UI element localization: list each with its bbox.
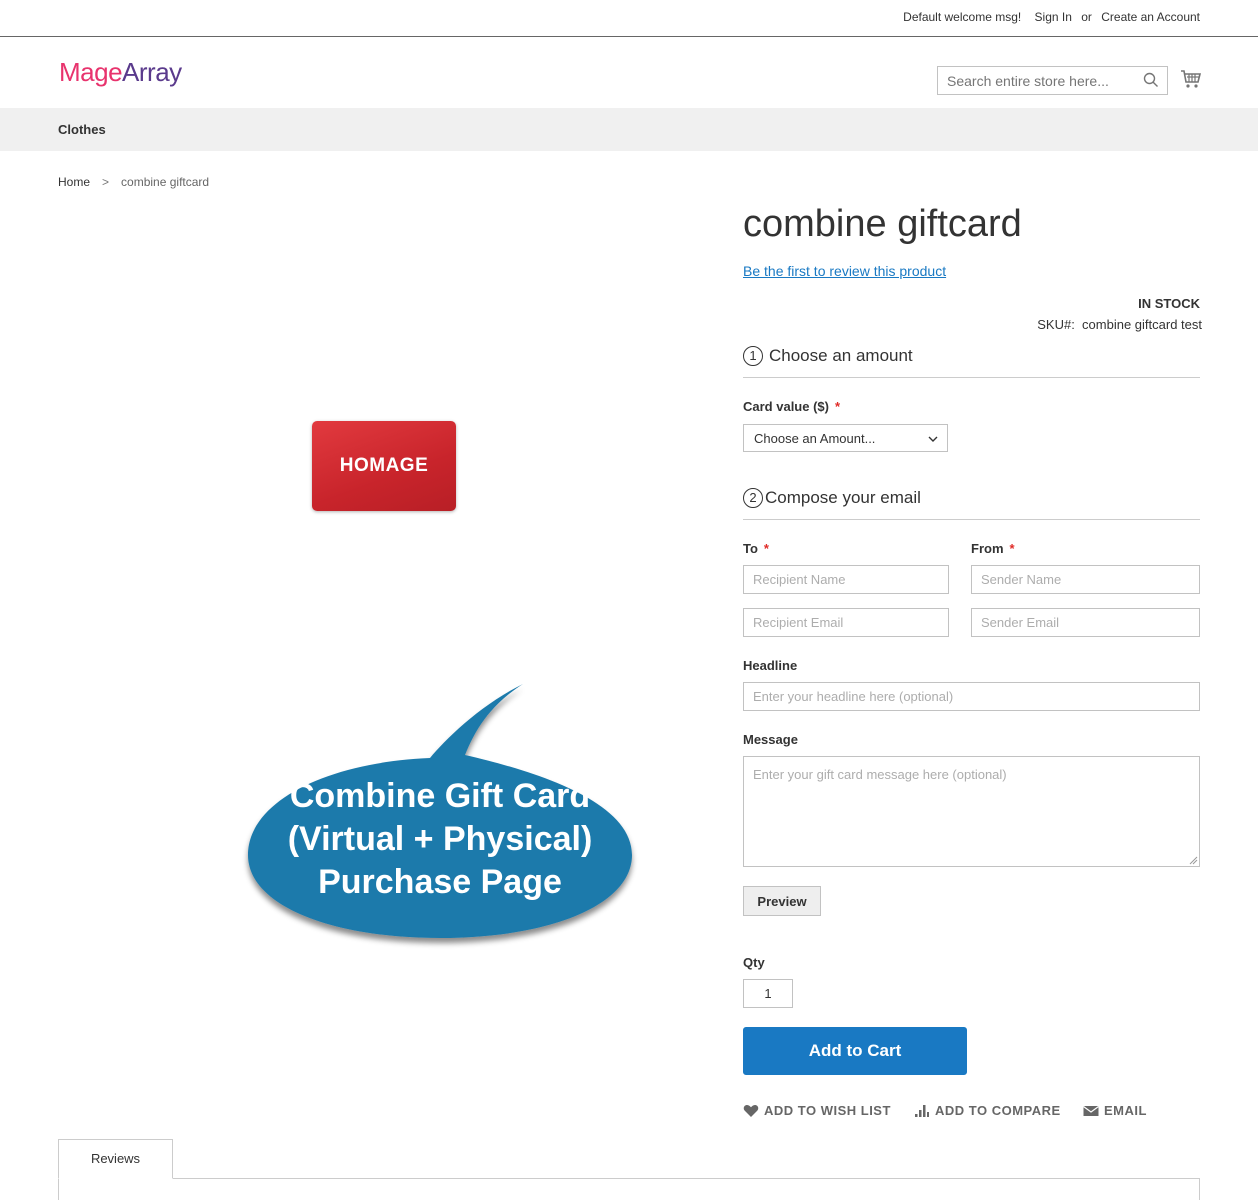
search-icon[interactable] — [1143, 72, 1159, 88]
tab-reviews[interactable]: Reviews — [58, 1139, 173, 1179]
required-marker: * — [834, 399, 841, 414]
product-title: combine giftcard — [743, 203, 1022, 245]
wishlist-label: ADD TO WISH LIST — [764, 1103, 891, 1118]
step-title: Choose an amount — [769, 346, 913, 365]
from-label-text: From — [971, 541, 1004, 556]
promo-speech-bubble: Combine Gift Card (Virtual + Physical) P… — [240, 680, 650, 950]
recipient-name-field[interactable] — [743, 565, 949, 594]
review-link[interactable]: Be the first to review this product — [743, 263, 946, 279]
card-value-label: Card value ($) * — [743, 399, 840, 414]
breadcrumb: Home > combine giftcard — [58, 175, 209, 189]
chevron-down-icon — [928, 436, 938, 442]
headline-field[interactable] — [743, 682, 1200, 711]
add-to-compare-link[interactable]: ADD TO COMPARE — [914, 1103, 1061, 1118]
breadcrumb-separator: > — [102, 175, 110, 189]
envelope-icon — [1083, 1105, 1099, 1116]
sender-email-field[interactable] — [971, 608, 1200, 637]
required-marker: * — [1009, 541, 1015, 556]
logo-text-array: Array — [122, 57, 182, 87]
cart-icon[interactable] — [1180, 68, 1202, 90]
promo-line-3: Purchase Page — [318, 863, 562, 901]
step-number: 2 — [743, 488, 763, 508]
promo-line-2: (Virtual + Physical) — [287, 820, 593, 858]
qty-label: Qty — [743, 955, 765, 970]
product-image[interactable]: HOMAGE — [312, 421, 456, 511]
card-value-select[interactable]: Choose an Amount... — [743, 424, 948, 452]
logo-text-mage: Mage — [59, 57, 123, 87]
site-logo[interactable]: MageArray — [59, 57, 182, 88]
sender-name-field[interactable] — [971, 565, 1200, 594]
nav-item-clothes[interactable]: Clothes — [58, 122, 106, 137]
search-input[interactable] — [938, 67, 1133, 94]
breadcrumb-current: combine giftcard — [121, 175, 210, 189]
step-title: Compose your email — [765, 488, 921, 507]
message-label: Message — [743, 732, 798, 747]
add-to-wishlist-link[interactable]: ADD TO WISH LIST — [743, 1103, 891, 1118]
breadcrumb-home[interactable]: Home — [58, 175, 90, 189]
from-label: From * — [971, 541, 1015, 556]
compare-label: ADD TO COMPARE — [935, 1103, 1061, 1118]
to-label: To * — [743, 541, 769, 556]
recipient-email-field[interactable] — [743, 608, 949, 637]
heart-icon — [743, 1104, 759, 1117]
card-value-selected: Choose an Amount... — [754, 431, 876, 446]
welcome-message: Default welcome msg! — [903, 10, 1022, 24]
sku-label: SKU#: — [1037, 317, 1075, 332]
sign-in-link[interactable]: Sign In — [1035, 10, 1072, 24]
message-field[interactable] — [743, 756, 1200, 867]
promo-line-1: Combine Gift Card — [289, 777, 591, 815]
resize-grip-icon[interactable] — [1189, 856, 1198, 865]
step-choose-amount: 1 Choose an amount — [743, 346, 1200, 378]
email-label: EMAIL — [1104, 1103, 1147, 1118]
or-separator: or — [1081, 10, 1092, 24]
tab-content-panel — [58, 1178, 1200, 1200]
step-number: 1 — [743, 346, 763, 366]
giftcard-brand-text: HOMAGE — [339, 455, 429, 476]
top-header-bar: Default welcome msg! Sign In or Create a… — [0, 0, 1258, 37]
compare-bars-icon — [915, 1104, 929, 1117]
stock-status: IN STOCK — [1138, 296, 1200, 311]
card-value-label-text: Card value ($) — [743, 399, 829, 414]
top-links: Default welcome msg! Sign In or Create a… — [897, 10, 1200, 24]
required-marker: * — [763, 541, 769, 556]
sku-value: combine giftcard test — [1082, 317, 1202, 332]
step-compose-email: 2 Compose your email — [743, 488, 1200, 520]
product-sku: SKU#: combine giftcard test — [1037, 317, 1202, 332]
promo-bubble-text: Combine Gift Card (Virtual + Physical) P… — [240, 775, 640, 904]
main-navigation: Clothes — [0, 108, 1258, 151]
preview-button[interactable]: Preview — [743, 886, 821, 916]
search-box — [937, 66, 1168, 95]
headline-label: Headline — [743, 658, 798, 673]
add-to-cart-button[interactable]: Add to Cart — [743, 1027, 967, 1075]
qty-field[interactable] — [743, 979, 793, 1008]
email-friend-link[interactable]: EMAIL — [1083, 1103, 1147, 1118]
create-account-link[interactable]: Create an Account — [1101, 10, 1200, 24]
to-label-text: To — [743, 541, 758, 556]
